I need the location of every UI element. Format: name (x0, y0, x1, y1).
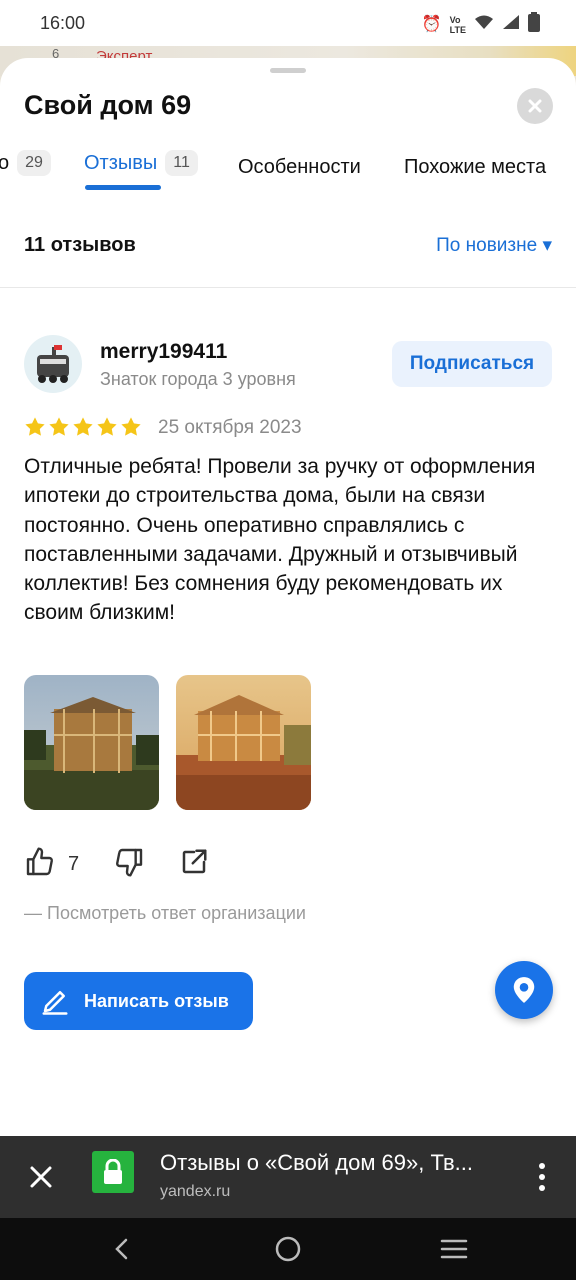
star-icon (97, 417, 117, 436)
write-review-label: Написать отзыв (84, 990, 229, 1011)
tab-active-indicator (85, 185, 161, 190)
tab-bar: о 29 Отзывы 11 Особенности Похожие места (0, 146, 576, 194)
close-icon (528, 99, 542, 113)
tab-count: 29 (17, 150, 51, 176)
divider (0, 287, 576, 288)
sheet-grabber[interactable] (270, 68, 306, 73)
like-button[interactable] (24, 846, 56, 883)
tab-label: Особенности (238, 156, 361, 178)
system-nav-bar (0, 1218, 576, 1280)
rating-stars (24, 416, 142, 438)
place-title: Свой дом 69 (24, 90, 192, 120)
tab-similar-places[interactable]: Похожие места (404, 156, 546, 179)
like-count: 7 (68, 852, 80, 875)
back-icon[interactable] (110, 1237, 134, 1261)
close-icon[interactable] (28, 1164, 54, 1190)
tab-label: Похожие места (404, 156, 547, 178)
lock-badge[interactable] (92, 1151, 134, 1193)
author-level: Знаток города 3 уровня (100, 369, 296, 389)
view-org-answer-link[interactable]: — Посмотреть ответ организации (24, 903, 306, 924)
review-photo-1[interactable] (24, 675, 159, 810)
volte-icon: Vo LTE (449, 15, 466, 35)
recents-icon[interactable] (440, 1237, 468, 1261)
tab-label: Отзывы (84, 151, 158, 174)
close-button[interactable] (517, 88, 553, 124)
star-icon (49, 417, 69, 436)
location-pin-icon (513, 977, 535, 1003)
alarm-icon: ⏰ (421, 16, 442, 33)
status-time: 16:00 (40, 13, 86, 33)
page-url: yandex.ru (160, 1183, 231, 1200)
write-review-button[interactable]: Написать отзыв (24, 972, 253, 1030)
review-date: 25 октября 2023 (158, 417, 302, 438)
home-icon[interactable] (274, 1235, 302, 1263)
custom-tab-toolbar: Отзывы о «Свой дом 69», Тв... yandex.ru (0, 1136, 576, 1218)
review-actions: 7 (24, 846, 209, 882)
wifi-icon (474, 14, 494, 36)
reviews-count: 11 отзывов (24, 234, 136, 256)
lock-icon (104, 1159, 122, 1184)
signal-icon (502, 14, 520, 36)
house-photo-2 (176, 675, 311, 810)
tab-reviews[interactable]: Отзывы 11 (84, 150, 198, 176)
star-icon (73, 417, 93, 436)
status-icons: ⏰ Vo LTE (422, 12, 540, 38)
robot-avatar-icon (37, 345, 69, 383)
tab-photo[interactable]: о 29 (0, 150, 51, 176)
share-icon (182, 849, 207, 873)
status-bar: 16:00 ⏰ Vo LTE (0, 0, 576, 46)
more-vert-icon[interactable] (538, 1162, 546, 1192)
review-author[interactable]: merry199411 (100, 340, 227, 364)
battery-icon (528, 12, 540, 38)
thumbs-up-icon (26, 846, 53, 875)
page-title: Отзывы о «Свой дом 69», Тв... (160, 1150, 473, 1175)
dislike-button[interactable] (113, 846, 145, 883)
place-sheet: Свой дом 69 о 29 Отзывы 11 Особенности П… (0, 58, 576, 1136)
subscribe-button[interactable]: Подписаться (392, 341, 552, 387)
tab-label: о (0, 151, 10, 174)
location-button[interactable] (495, 961, 553, 1019)
review-photo-2[interactable] (176, 675, 311, 810)
share-button[interactable] (179, 847, 209, 882)
star-icon (121, 417, 141, 436)
tab-count: 11 (165, 150, 198, 176)
house-photo-1 (24, 675, 159, 810)
tab-features[interactable]: Особенности (238, 156, 361, 179)
sort-dropdown[interactable]: По новизне ▾ (436, 234, 552, 257)
review-text: Отличные ребята! Провели за ручку от офо… (24, 455, 536, 625)
avatar[interactable] (24, 335, 82, 393)
star-icon (25, 417, 45, 436)
pencil-icon (42, 991, 68, 1015)
thumbs-down-icon (116, 848, 143, 877)
